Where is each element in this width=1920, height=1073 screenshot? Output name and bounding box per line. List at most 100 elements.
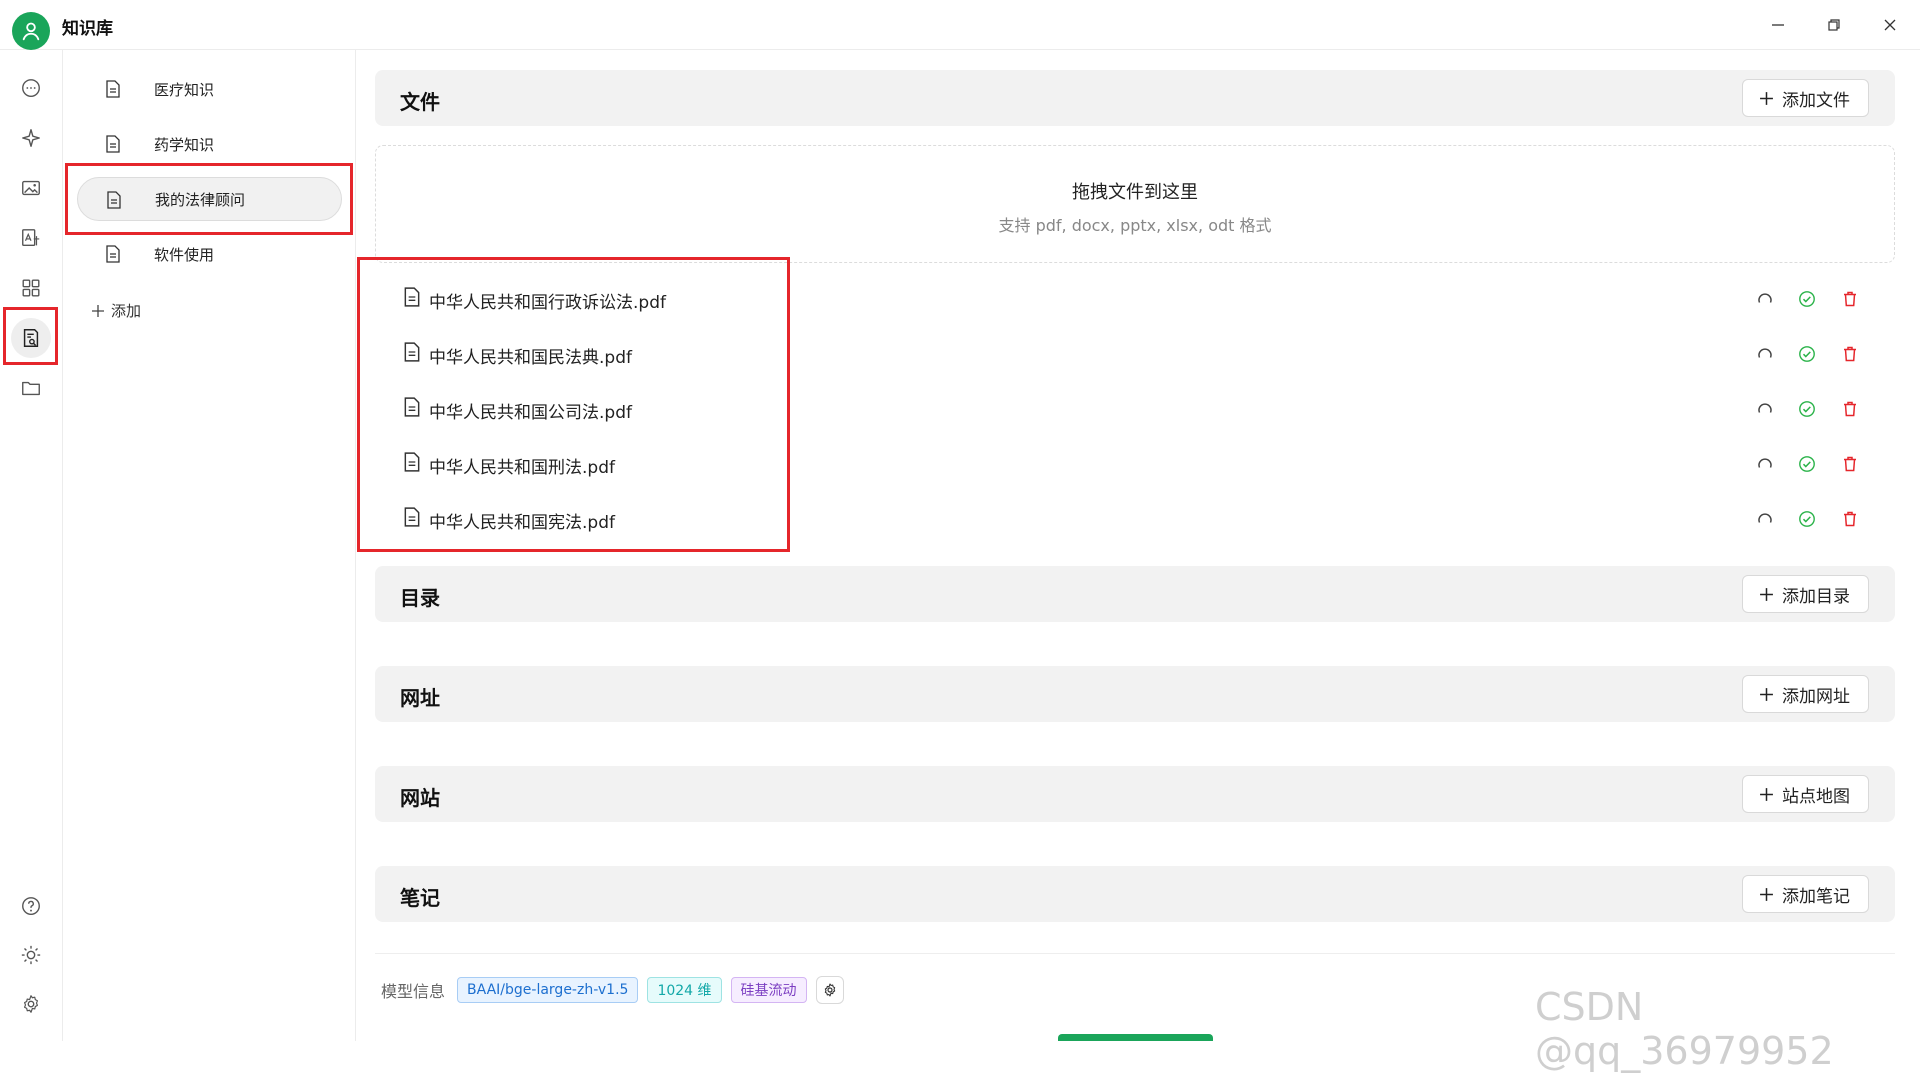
settings-icon <box>23 995 39 1013</box>
plus-icon <box>1760 887 1773 901</box>
close-icon <box>1884 19 1896 31</box>
delete-button[interactable] <box>1838 397 1862 421</box>
nav-apps[interactable] <box>11 268 51 308</box>
section-notes: 笔记 添加笔记 <box>375 866 1895 922</box>
kb-item-label: 药学知识 <box>154 135 215 154</box>
kb-add-button[interactable]: 添加 <box>91 300 141 321</box>
check-circle-icon <box>1799 511 1815 527</box>
maximize-button[interactable] <box>1818 12 1850 38</box>
refresh-icon <box>1758 348 1772 358</box>
refresh-icon <box>1758 403 1772 413</box>
section-dirs: 目录 添加目录 <box>375 566 1895 622</box>
nav-settings[interactable] <box>11 984 51 1024</box>
plus-icon <box>1760 587 1773 601</box>
nav-paintings[interactable] <box>11 168 51 208</box>
status-ok <box>1795 342 1819 366</box>
plus-icon <box>1760 91 1773 105</box>
document-icon <box>106 245 120 263</box>
nav-translate[interactable] <box>11 218 51 258</box>
trash-icon <box>1844 401 1856 417</box>
sun-icon <box>21 945 41 965</box>
add-note-button[interactable]: 添加笔记 <box>1742 875 1869 913</box>
button-label: 添加网址 <box>1782 686 1850 707</box>
kb-item-pharmacy[interactable]: 药学知识 <box>77 122 342 166</box>
watermark: CSDN @qq_36979952 <box>1535 985 1834 1073</box>
check-circle-icon <box>1799 456 1815 472</box>
file-dropzone[interactable]: 拖拽文件到这里 支持 pdf, docx, pptx, xlsx, odt 格式 <box>375 145 1895 263</box>
button-label: 添加笔记 <box>1782 886 1850 907</box>
title-bar: 知识库 <box>0 0 1920 50</box>
provider-tag: 硅基流动 <box>730 977 807 1003</box>
nav-files[interactable] <box>11 368 51 408</box>
kb-item-medical[interactable]: 医疗知识 <box>77 67 342 111</box>
app-title: 知识库 <box>62 19 113 39</box>
document-icon <box>106 135 120 153</box>
bottom-action-edge[interactable] <box>1058 1034 1213 1041</box>
divider <box>375 953 1895 954</box>
refresh-button[interactable] <box>1753 507 1777 531</box>
minimize-icon <box>1772 24 1784 26</box>
dimension-tag: 1024 维 <box>647 977 722 1003</box>
restore-icon <box>1828 19 1840 31</box>
section-files: 文件 添加文件 <box>375 70 1895 126</box>
delete-button[interactable] <box>1838 507 1862 531</box>
add-sitemap-button[interactable]: 站点地图 <box>1742 775 1869 813</box>
nav-help[interactable] <box>11 886 51 926</box>
add-file-button[interactable]: 添加文件 <box>1742 79 1869 117</box>
section-title: 网站 <box>400 786 440 810</box>
nav-chat[interactable] <box>11 68 51 108</box>
section-urls: 网址 添加网址 <box>375 666 1895 722</box>
section-title: 网址 <box>400 686 440 710</box>
folder-icon <box>22 381 40 396</box>
button-label: 添加文件 <box>1782 90 1850 111</box>
check-circle-icon <box>1799 291 1815 307</box>
section-title: 文件 <box>400 90 440 114</box>
kb-item-label: 医疗知识 <box>154 80 215 99</box>
apps-icon <box>22 279 40 297</box>
section-sites: 网站 站点地图 <box>375 766 1895 822</box>
status-ok <box>1795 397 1819 421</box>
model-tag: BAAI/bge-large-zh-v1.5 <box>457 977 639 1003</box>
plus-icon <box>92 304 104 317</box>
refresh-button[interactable] <box>1753 287 1777 311</box>
nav-rail <box>0 50 63 1041</box>
status-ok <box>1795 452 1819 476</box>
refresh-button[interactable] <box>1753 342 1777 366</box>
kb-item-label: 软件使用 <box>154 245 215 264</box>
check-circle-icon <box>1799 401 1815 417</box>
dropzone-subtitle: 支持 pdf, docx, pptx, xlsx, odt 格式 <box>998 216 1272 235</box>
dropzone-title: 拖拽文件到这里 <box>1072 182 1198 203</box>
refresh-button[interactable] <box>1753 397 1777 421</box>
status-ok <box>1795 287 1819 311</box>
user-avatar[interactable] <box>12 12 50 50</box>
close-button[interactable] <box>1874 12 1906 38</box>
refresh-button[interactable] <box>1753 452 1777 476</box>
nav-agents[interactable] <box>11 118 51 158</box>
section-title: 目录 <box>400 586 440 610</box>
chat-icon <box>22 79 40 97</box>
minimize-button[interactable] <box>1762 12 1794 38</box>
help-icon <box>22 897 40 915</box>
nav-theme[interactable] <box>11 935 51 975</box>
document-icon <box>106 80 120 98</box>
sparkle-icon <box>22 129 40 147</box>
check-circle-icon <box>1799 346 1815 362</box>
plus-icon <box>1760 687 1773 701</box>
trash-icon <box>1844 456 1856 472</box>
kb-item-software[interactable]: 软件使用 <box>77 232 342 276</box>
trash-icon <box>1844 291 1856 307</box>
add-url-button[interactable]: 添加网址 <box>1742 675 1869 713</box>
section-title: 笔记 <box>400 886 440 910</box>
highlight-box-kb <box>65 163 353 235</box>
plus-icon <box>1760 787 1773 801</box>
refresh-icon <box>1758 293 1772 303</box>
refresh-icon <box>1758 513 1772 523</box>
delete-button[interactable] <box>1838 287 1862 311</box>
highlight-box-nav <box>3 307 58 365</box>
delete-button[interactable] <box>1838 452 1862 476</box>
add-dir-button[interactable]: 添加目录 <box>1742 575 1869 613</box>
status-ok <box>1795 507 1819 531</box>
settings-icon <box>824 983 835 997</box>
model-settings-button[interactable] <box>815 976 844 1004</box>
delete-button[interactable] <box>1838 342 1862 366</box>
